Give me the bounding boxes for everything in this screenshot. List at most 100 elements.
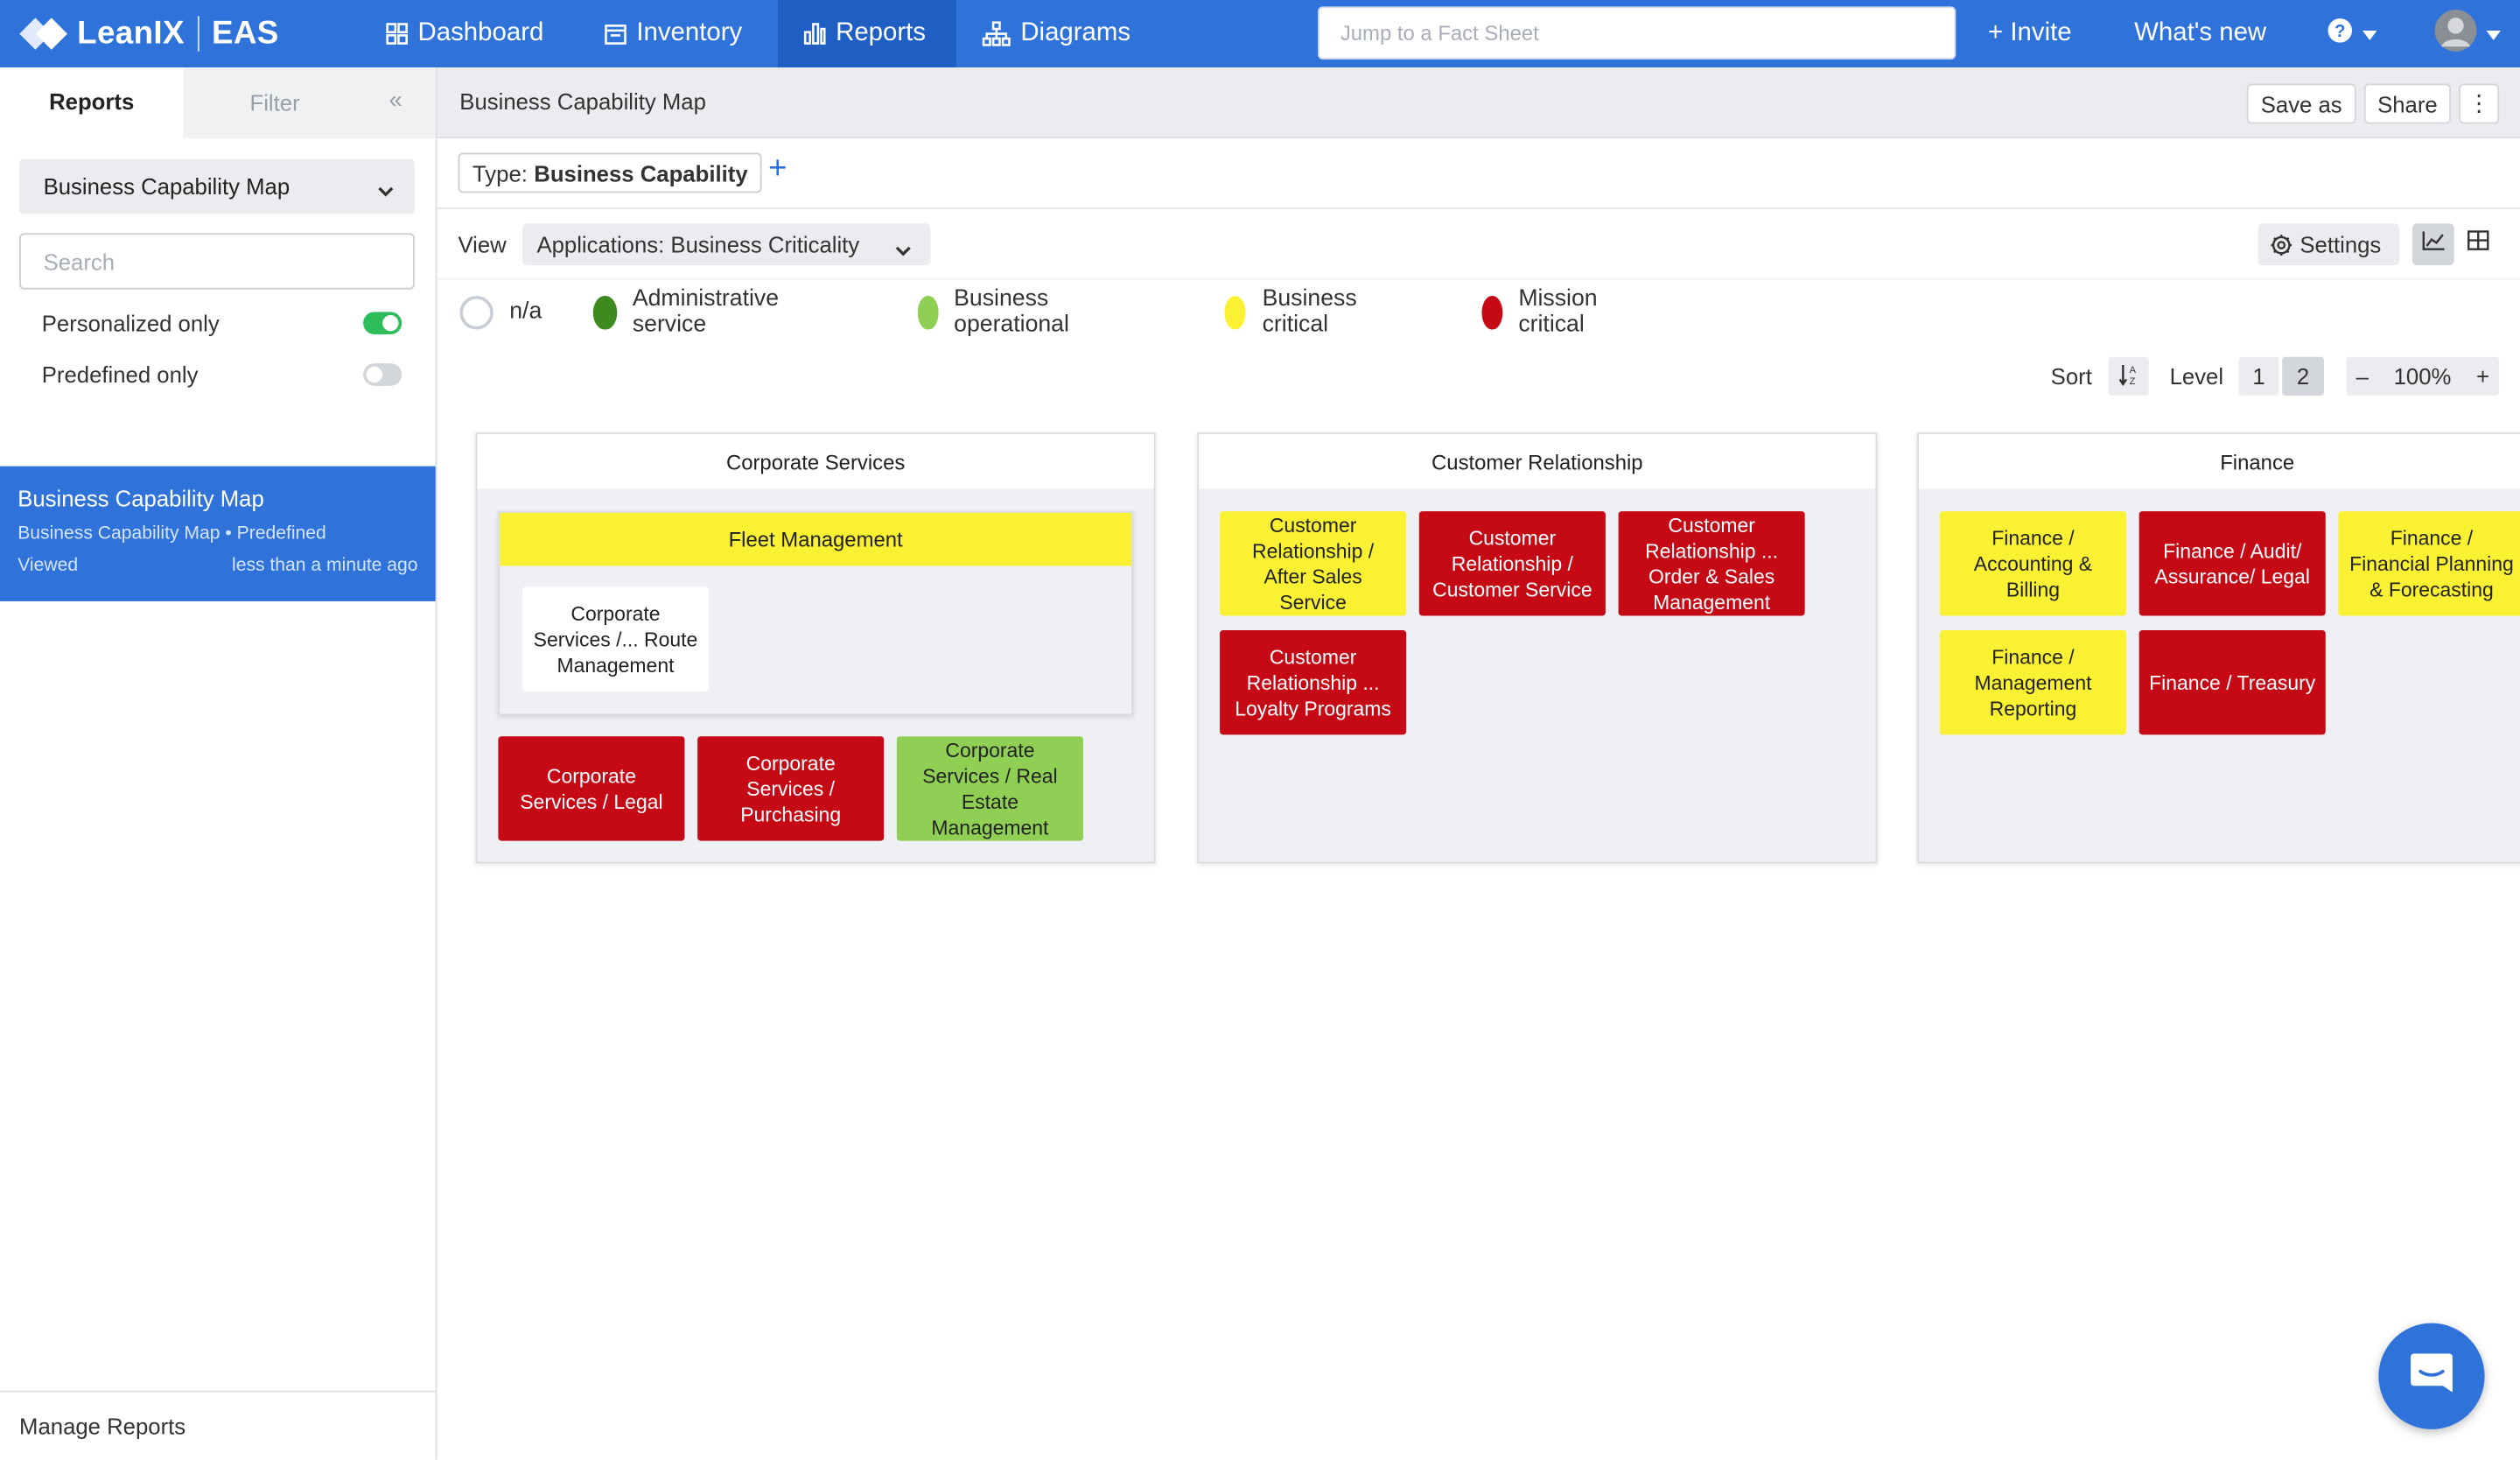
capability-tile[interactable]: Corporate Services / Real Estate Managem…	[896, 736, 1083, 841]
manage-reports-label: Manage Reports	[19, 1413, 186, 1439]
sort-icon: AZ	[2118, 362, 2139, 390]
view-select[interactable]: Applications: Business Criticality	[522, 223, 931, 266]
leanix-logo-icon	[19, 13, 67, 55]
nav-inventory[interactable]: Inventory	[578, 0, 767, 67]
nav-dashboard[interactable]: Dashboard	[360, 0, 569, 67]
type-filter-chip[interactable]: Type: Business Capability	[458, 152, 763, 193]
settings-button[interactable]: Settings	[2258, 223, 2400, 266]
tab-reports[interactable]: Reports	[0, 67, 184, 138]
view-select-value: Applications: Business Criticality	[536, 231, 860, 257]
sort-button[interactable]: AZ	[2108, 356, 2149, 396]
tab-filter[interactable]: Filter	[183, 67, 366, 138]
capability-tile[interactable]: Customer Relationship / Customer Service	[1418, 511, 1606, 616]
legend-item: Business operational	[917, 286, 1083, 338]
type-filter-value: Business Capability	[534, 159, 748, 186]
predefined-only-row: Predefined only	[42, 359, 402, 391]
zoom-out-button[interactable]: –	[2356, 363, 2369, 389]
sidebar-tabs: Reports Filter «	[0, 67, 436, 138]
report-list-item[interactable]: Business Capability Map Business Capabil…	[0, 466, 436, 601]
user-avatar	[2433, 7, 2478, 60]
help-chevron-down-icon	[2362, 19, 2377, 48]
capability-tile[interactable]: Finance / Management Reporting	[1939, 630, 2127, 735]
report-header: Business Capability Map Save as Share ⋮	[437, 67, 2520, 138]
save-as-button[interactable]: Save as	[2246, 83, 2356, 124]
invite-button[interactable]: + Invite	[1988, 0, 2072, 67]
chevron-down-icon	[378, 177, 394, 202]
reports-sidebar: Reports Filter « Business Capability Map…	[0, 67, 438, 1460]
whats-new-label: What's new	[2134, 19, 2267, 47]
report-item-title: Business Capability Map	[18, 485, 264, 512]
level-2-button[interactable]: 2	[2282, 356, 2324, 396]
nav-dashboard-label: Dashboard	[417, 19, 544, 47]
more-options-icon[interactable]: ⋮	[2459, 83, 2500, 124]
fact-sheet-search-placeholder: Jump to a Fact Sheet	[1340, 20, 1539, 46]
add-filter-icon[interactable]: +	[768, 151, 787, 188]
legend-item: n/a	[459, 292, 542, 331]
zoom-in-button[interactable]: +	[2476, 363, 2489, 389]
report-search-placeholder: Search	[43, 248, 116, 275]
capability-tile[interactable]: Finance / Accounting & Billing	[1939, 511, 2127, 616]
share-button[interactable]: Share	[2363, 83, 2452, 124]
legend-item: Mission critical	[1481, 286, 1610, 338]
capability-tile[interactable]: Finance / Audit/ Assurance/ Legal	[2138, 511, 2326, 616]
type-filter-prefix: Type:	[472, 159, 528, 186]
capability-tile[interactable]: Customer Relationship ... Order & Sales …	[1618, 511, 1805, 616]
collapse-sidebar-icon[interactable]: «	[388, 87, 402, 114]
help-menu-button[interactable]: ?	[2328, 0, 2377, 67]
view-bar: View Applications: Business Criticality …	[437, 209, 2520, 280]
capability-tile[interactable]: Corporate Services /... Route Management	[522, 586, 710, 691]
capability-column-title[interactable]: Finance	[1919, 433, 2520, 489]
brand-name: LeanIX	[77, 15, 185, 51]
capability-tile[interactable]: Corporate Services / Purchasing	[697, 736, 885, 841]
app-logo[interactable]: LeanIX EAS	[19, 10, 279, 58]
nav-inventory-label: Inventory	[636, 19, 743, 47]
whats-new-button[interactable]: What's new	[2134, 0, 2266, 67]
dashboard-icon	[386, 23, 409, 46]
report-search-input[interactable]: Search	[19, 233, 415, 290]
legend-item: Administrative service	[592, 286, 789, 338]
chat-icon	[2407, 1350, 2455, 1403]
capability-column-title[interactable]: Customer Relationship	[1199, 433, 1876, 489]
personalized-only-row: Personalized only	[42, 307, 402, 340]
user-chevron-down-icon	[2486, 19, 2501, 48]
legend-swatch-mission-critical	[1481, 295, 1502, 329]
capability-tile[interactable]: Corporate Services / Legal	[498, 736, 685, 841]
legend-label: Business critical	[1262, 285, 1357, 338]
capability-tile[interactable]: Customer Relationship / After Sales Serv…	[1220, 511, 1407, 616]
product-name: EAS	[212, 15, 279, 51]
capability-column-title[interactable]: Corporate Services	[477, 433, 1154, 489]
table-view-toggle[interactable]	[2457, 223, 2499, 265]
capability-tile[interactable]: Customer Relationship ... Loyalty Progra…	[1220, 630, 1407, 735]
personalized-only-toggle[interactable]	[363, 312, 402, 335]
legend-label: n/a	[509, 298, 542, 326]
inventory-icon	[605, 23, 627, 46]
svg-text:Z: Z	[2130, 376, 2136, 385]
chat-launcher-button[interactable]	[2378, 1323, 2485, 1429]
report-type-value: Business Capability Map	[43, 173, 290, 200]
nav-reports[interactable]: Reports	[777, 0, 956, 68]
fact-sheet-search-input[interactable]: Jump to a Fact Sheet	[1318, 6, 1956, 60]
predefined-only-toggle[interactable]	[363, 363, 402, 386]
capability-tile[interactable]: Finance / Treasury	[2138, 630, 2326, 735]
level-label: Level	[2169, 363, 2224, 390]
legend-swatch-business-critical	[1224, 295, 1247, 329]
chart-view-toggle[interactable]	[2412, 223, 2454, 266]
zoom-value: 100%	[2393, 363, 2452, 390]
legend-label: Business operational	[954, 285, 1069, 338]
gear-icon	[2271, 234, 2292, 256]
manage-reports-link[interactable]: Manage Reports	[0, 1390, 436, 1460]
level-1-button[interactable]: 1	[2238, 356, 2279, 396]
page-title: Business Capability Map	[459, 88, 706, 115]
nav-diagrams[interactable]: Diagrams	[956, 0, 1157, 67]
legend-label: Administrative service	[632, 285, 780, 338]
user-menu-button[interactable]	[2433, 0, 2501, 67]
table-grid-icon	[2467, 230, 2489, 259]
capability-tile[interactable]: Finance / Financial Planning & Forecasti…	[2338, 511, 2520, 616]
report-type-select[interactable]: Business Capability Map	[19, 158, 415, 214]
capability-group-title[interactable]: Fleet Management	[500, 512, 1132, 566]
nav-diagrams-label: Diagrams	[1020, 19, 1131, 47]
top-navigation-bar: LeanIX EAS Dashboard Inventory Reports D…	[0, 0, 2520, 68]
legend-swatch-business-operational	[917, 295, 938, 329]
report-item-subtitle: Business Capability Map • Predefined	[18, 523, 326, 544]
view-label: View	[458, 231, 507, 257]
